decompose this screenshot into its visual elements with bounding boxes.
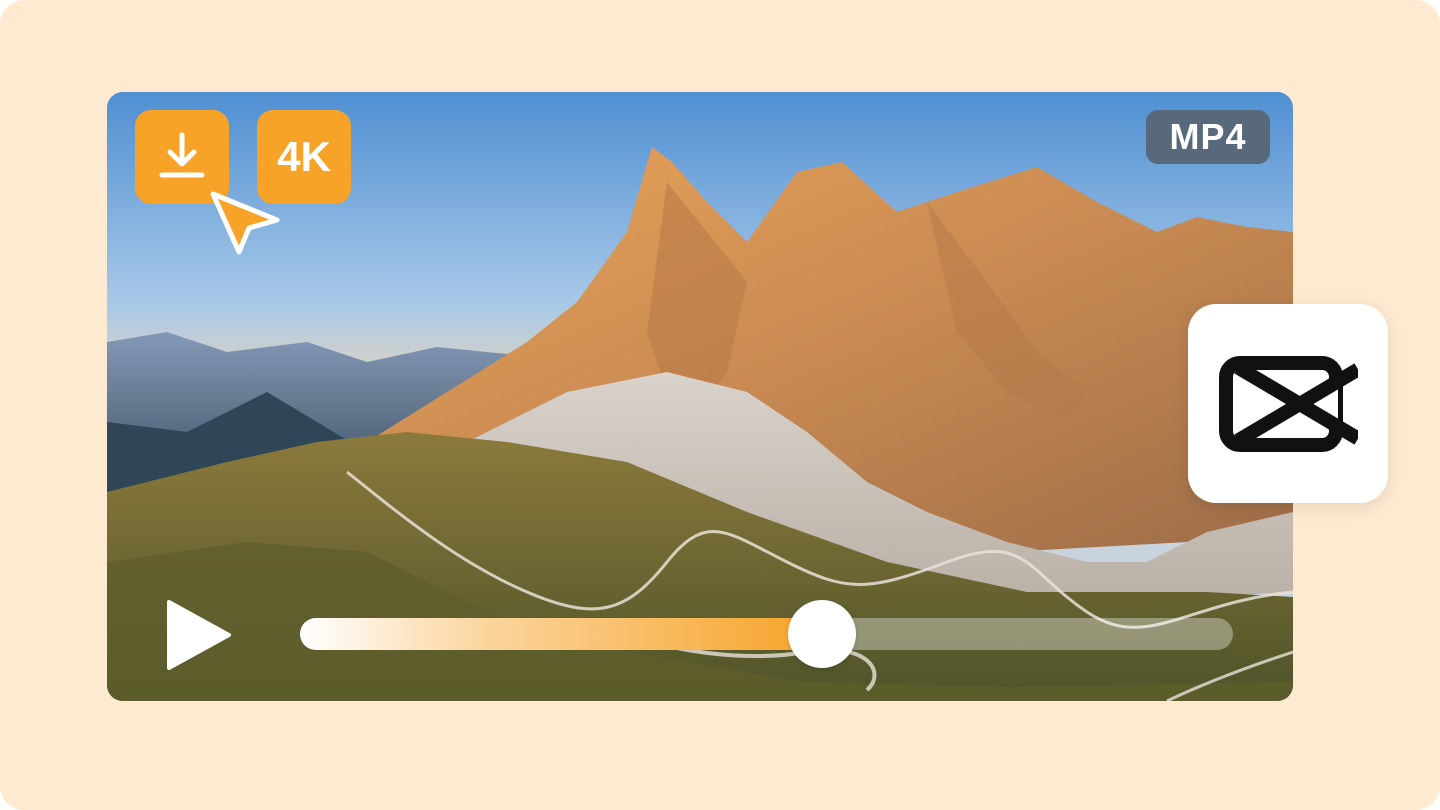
cursor-arrow-icon (210, 191, 280, 255)
capcut-logo-icon (1219, 355, 1358, 452)
video-player[interactable]: 4K MP4 (107, 92, 1293, 701)
play-icon[interactable] (163, 598, 235, 672)
format-badge: MP4 (1146, 110, 1270, 164)
hero-banner: 4K MP4 (0, 0, 1440, 810)
download-icon (159, 132, 205, 178)
progress-slider[interactable] (300, 600, 1233, 668)
progress-fill (300, 618, 823, 650)
capcut-logo (1188, 304, 1388, 503)
progress-thumb[interactable] (788, 600, 857, 668)
